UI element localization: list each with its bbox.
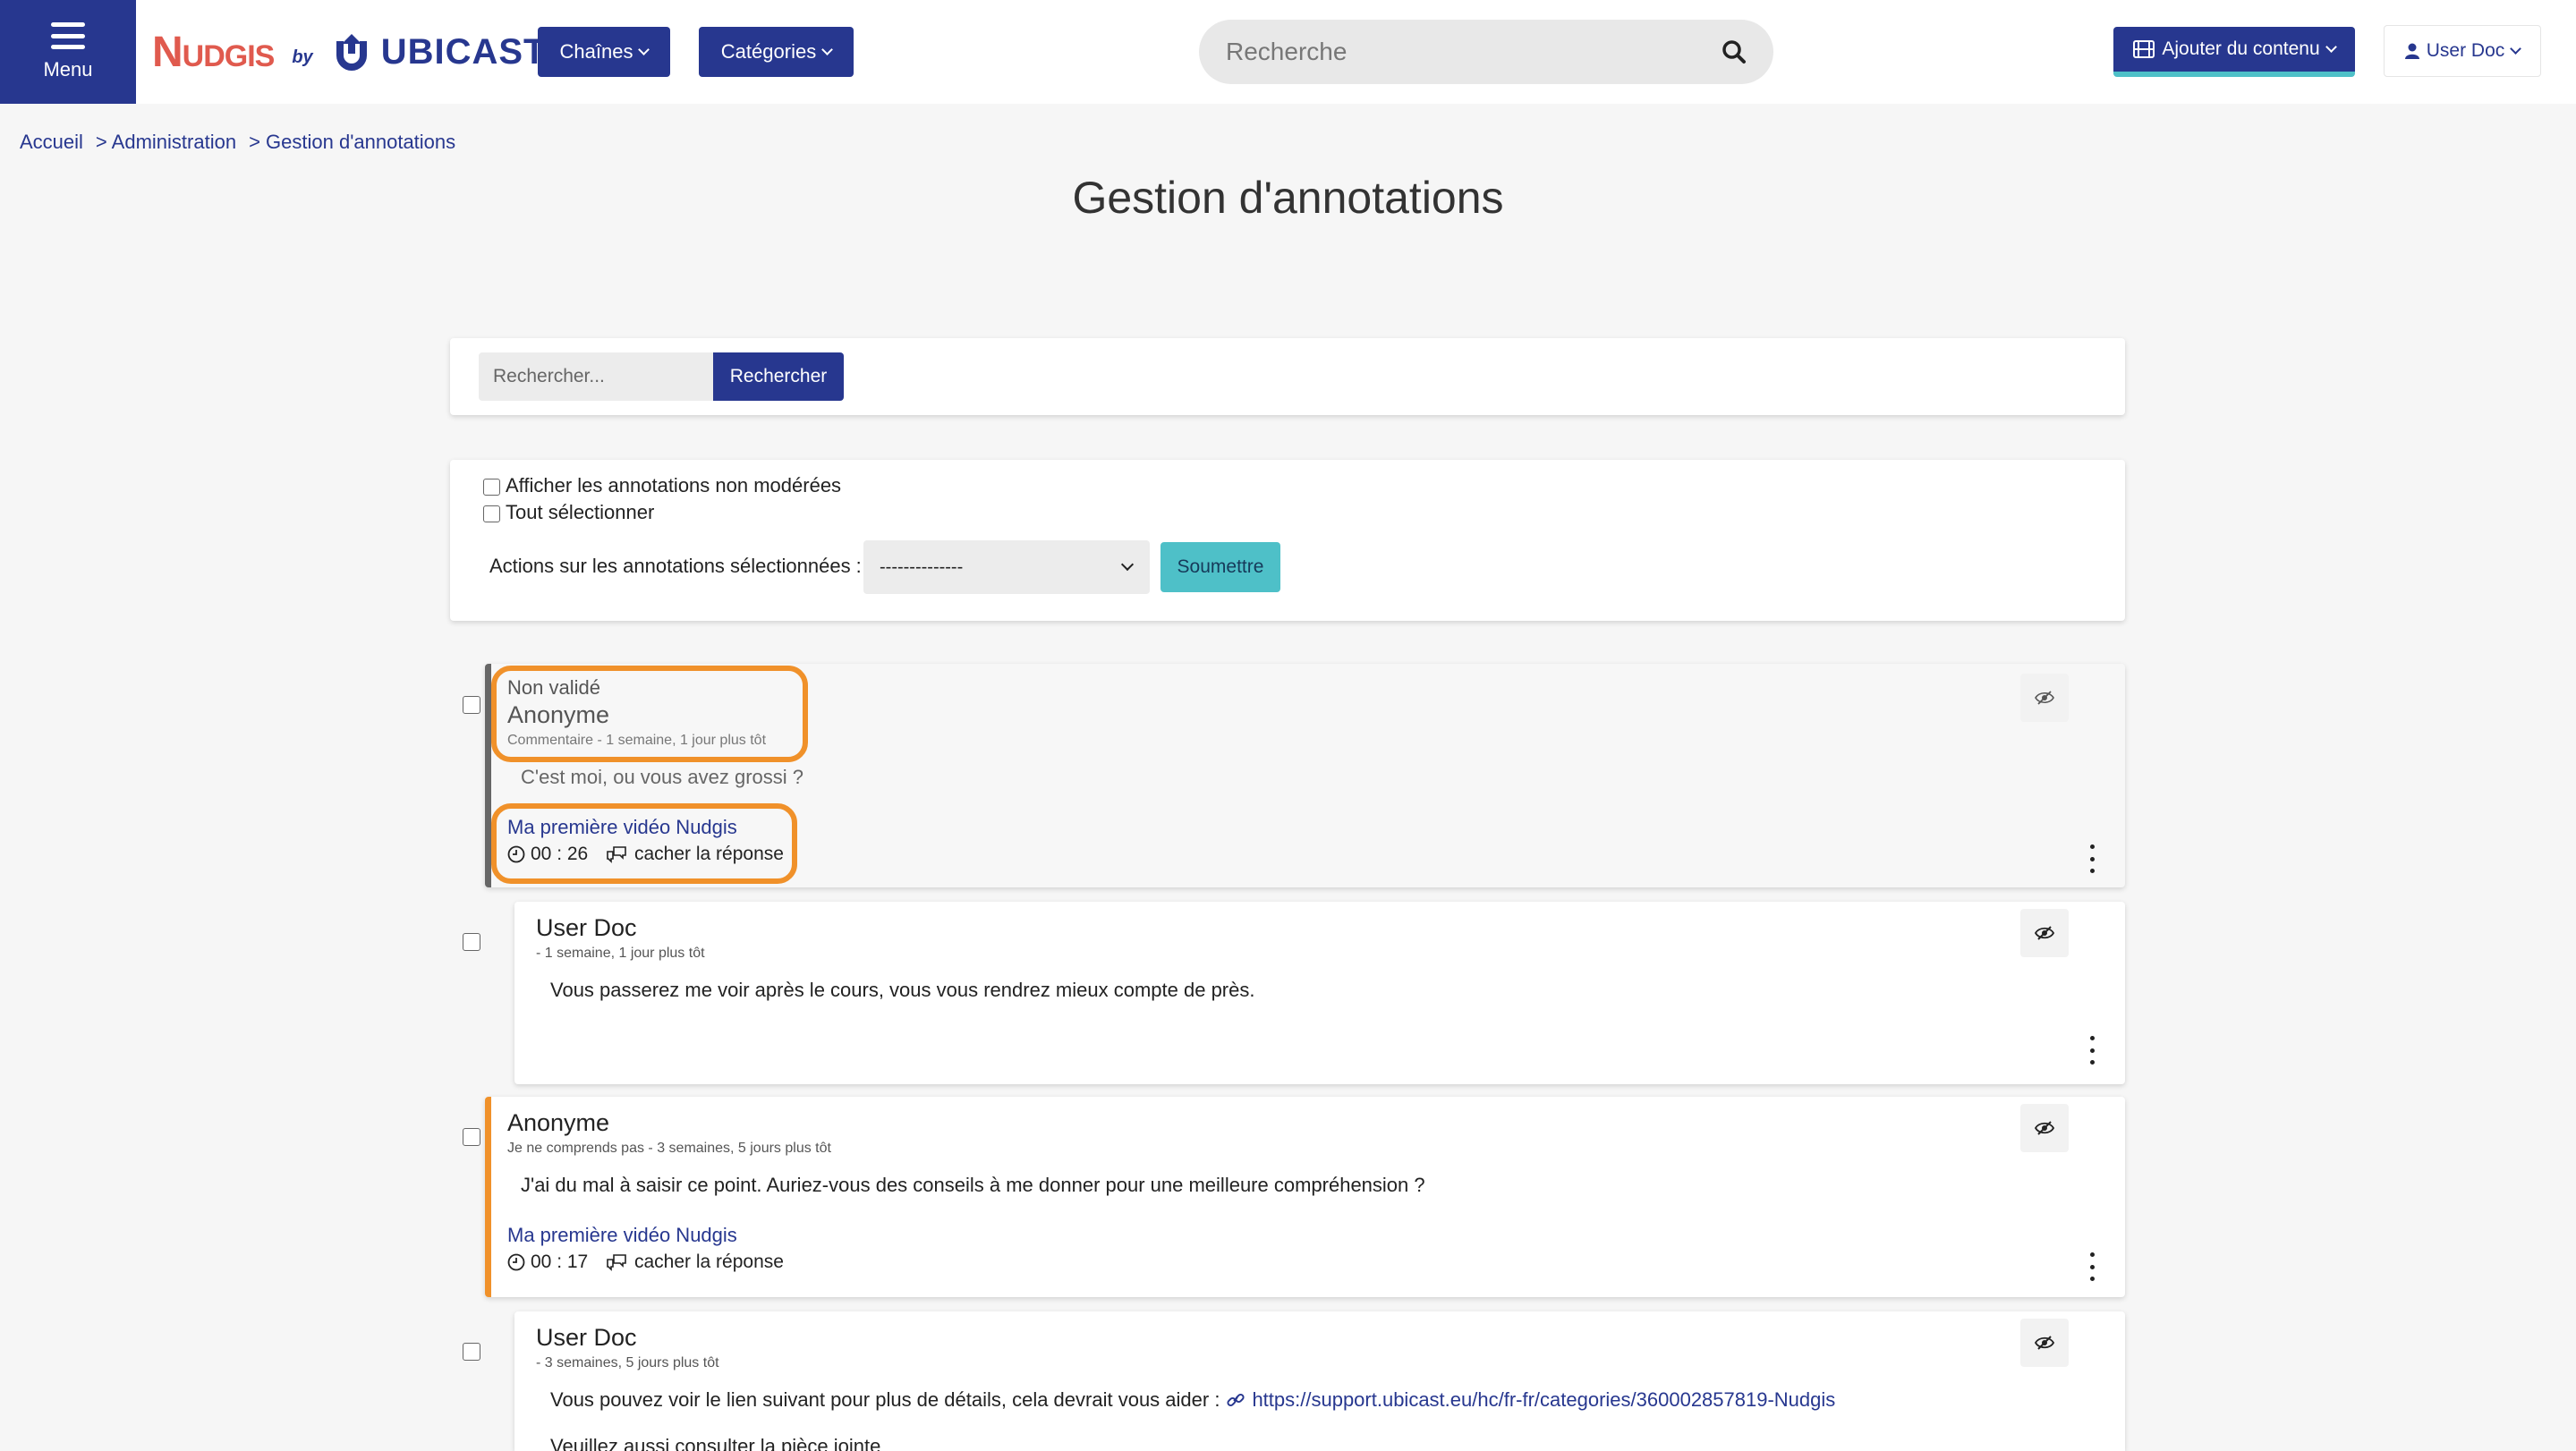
categories-dropdown[interactable]: Catégories — [699, 27, 854, 77]
toggle-visibility-button[interactable] — [2020, 909, 2069, 957]
channels-dropdown[interactable]: Chaînes — [538, 27, 670, 77]
filter-panel: Rechercher — [450, 338, 2125, 415]
link-icon — [1227, 1393, 1245, 1407]
kebab-icon[interactable] — [2083, 1252, 2101, 1281]
top-header: Menu Nudgis by UBICAST Chaînes Catégorie… — [0, 0, 2576, 104]
annotation-content: J'ai du mal à saisir ce point. Auriez-vo… — [521, 1174, 1425, 1196]
logo-company: UBICAST — [380, 31, 547, 72]
timecode[interactable]: 00 : 26 — [507, 844, 588, 865]
show-unmoderated-checkbox[interactable] — [483, 479, 500, 496]
media-link[interactable]: Ma première vidéo Nudgis — [507, 1224, 737, 1247]
reply-card: User Doc - 1 semaine, 1 jour plus tôt Vo… — [514, 902, 2125, 1084]
toggle-visibility-button[interactable] — [2020, 1319, 2069, 1367]
categories-label: Catégories — [720, 40, 817, 63]
annotation-content: Vous passerez me voir après le cours, vo… — [550, 979, 1255, 1001]
reply-label: cacher la réponse — [634, 844, 784, 864]
annotation-content: C'est moi, ou vous avez grossi ? — [521, 766, 804, 788]
status-bar — [485, 1097, 491, 1297]
media-link[interactable]: Ma première vidéo Nudgis — [507, 816, 737, 839]
reply-card: User Doc - 3 semaines, 5 jours plus tôt … — [514, 1311, 2125, 1451]
channels-label: Chaînes — [559, 40, 633, 63]
menu-button[interactable]: Menu — [0, 0, 136, 104]
add-content-button[interactable]: Ajouter du contenu — [2113, 27, 2355, 77]
nudgis-logo[interactable]: Nudgis by UBICAST — [152, 27, 546, 77]
annotation-content: Vous pouvez voir le lien suivant pour pl… — [550, 1388, 1220, 1411]
logo-brand: Nudgis — [152, 28, 275, 76]
user-icon — [2404, 43, 2419, 59]
chevron-down-icon — [1120, 557, 1135, 572]
submit-button[interactable]: Soumettre — [1160, 542, 1280, 592]
add-content-label: Ajouter du contenu — [2162, 38, 2320, 59]
chevron-down-icon — [821, 43, 834, 55]
comments-icon — [607, 1254, 626, 1271]
timecode[interactable]: 00 : 17 — [507, 1252, 588, 1273]
annotation-card: Non validé Anonyme Commentaire - 1 semai… — [485, 664, 2125, 887]
actions-select[interactable]: -------------- — [863, 540, 1150, 594]
annotation-content-2: Veuillez aussi consulter la pièce jointe — [550, 1435, 881, 1451]
toggle-visibility-button[interactable] — [2020, 1104, 2069, 1152]
annotation-content-row: Vous pouvez voir le lien suivant pour pl… — [550, 1388, 1835, 1412]
select-all-checkbox[interactable] — [483, 505, 500, 522]
toggle-reply-button[interactable]: cacher la réponse — [606, 844, 784, 865]
search-icon[interactable] — [1722, 39, 1747, 64]
filter-input[interactable] — [479, 352, 715, 401]
breadcrumb-home[interactable]: Accueil — [20, 131, 83, 154]
clock-icon — [507, 845, 525, 863]
support-link[interactable]: https://support.ubicast.eu/hc/fr-fr/cate… — [1252, 1388, 1835, 1412]
user-label: User Doc — [2426, 40, 2505, 61]
clock-icon — [507, 1253, 525, 1271]
kebab-icon[interactable] — [2083, 1036, 2101, 1065]
select-all-label: Tout sélectionner — [506, 501, 655, 523]
user-menu-button[interactable]: User Doc — [2384, 25, 2541, 77]
toggle-reply-button[interactable]: cacher la réponse — [606, 1252, 784, 1273]
filter-search-button[interactable]: Rechercher — [713, 352, 844, 401]
chevron-down-icon — [2325, 40, 2337, 53]
breadcrumb: Accueil > Administration > Gestion d'ann… — [20, 131, 455, 154]
status-label: Non validé — [507, 676, 600, 699]
chevron-down-icon — [2510, 42, 2522, 55]
ubicast-icon — [336, 34, 367, 71]
breadcrumb-admin[interactable]: > Administration — [96, 131, 236, 154]
annotation-checkbox[interactable] — [463, 1343, 480, 1361]
annotation-card: Anonyme Je ne comprends pas - 3 semaines… — [485, 1097, 2125, 1297]
bulk-actions-panel: Afficher les annotations non modérées To… — [450, 460, 2125, 621]
annotation-meta: Je ne comprends pas - 3 semaines, 5 jour… — [507, 1141, 831, 1156]
actions-select-value: -------------- — [880, 556, 964, 577]
show-unmoderated-label: Afficher les annotations non modérées — [506, 474, 842, 496]
annotation-meta: Commentaire - 1 semaine, 1 jour plus tôt — [507, 733, 767, 748]
global-search — [1199, 20, 1773, 84]
eye-slash-icon — [2035, 1121, 2054, 1135]
actions-label: Actions sur les annotations sélectionnée… — [489, 555, 862, 577]
annotation-checkbox[interactable] — [463, 696, 480, 714]
annotation-author: User Doc — [536, 1324, 637, 1351]
annotation-author: User Doc — [536, 914, 637, 941]
toggle-visibility-button[interactable] — [2020, 674, 2069, 722]
annotation-checkbox[interactable] — [463, 1128, 480, 1146]
page-title: Gestion d'annotations — [1072, 173, 1504, 223]
timecode-value: 00 : 26 — [531, 844, 589, 864]
logo-by: by — [292, 47, 313, 67]
search-input[interactable] — [1226, 38, 1722, 66]
eye-slash-icon — [2035, 1336, 2054, 1350]
annotation-author: Anonyme — [507, 1109, 610, 1136]
timecode-value: 00 : 17 — [531, 1252, 589, 1272]
status-bar — [485, 664, 491, 887]
eye-slash-icon — [2035, 691, 2054, 705]
comments-icon — [607, 846, 626, 863]
chevron-down-icon — [638, 43, 650, 55]
kebab-icon[interactable] — [2083, 844, 2101, 873]
hamburger-icon — [51, 22, 85, 49]
breadcrumb-current[interactable]: > Gestion d'annotations — [249, 131, 455, 154]
annotation-meta: - 3 semaines, 5 jours plus tôt — [536, 1355, 719, 1370]
film-icon — [2133, 40, 2155, 58]
annotation-author: Anonyme — [507, 701, 610, 728]
reply-label: cacher la réponse — [634, 1252, 784, 1272]
annotation-checkbox[interactable] — [463, 933, 480, 951]
eye-slash-icon — [2035, 926, 2054, 940]
menu-label: Menu — [43, 58, 93, 81]
annotation-meta: - 1 semaine, 1 jour plus tôt — [536, 946, 705, 961]
